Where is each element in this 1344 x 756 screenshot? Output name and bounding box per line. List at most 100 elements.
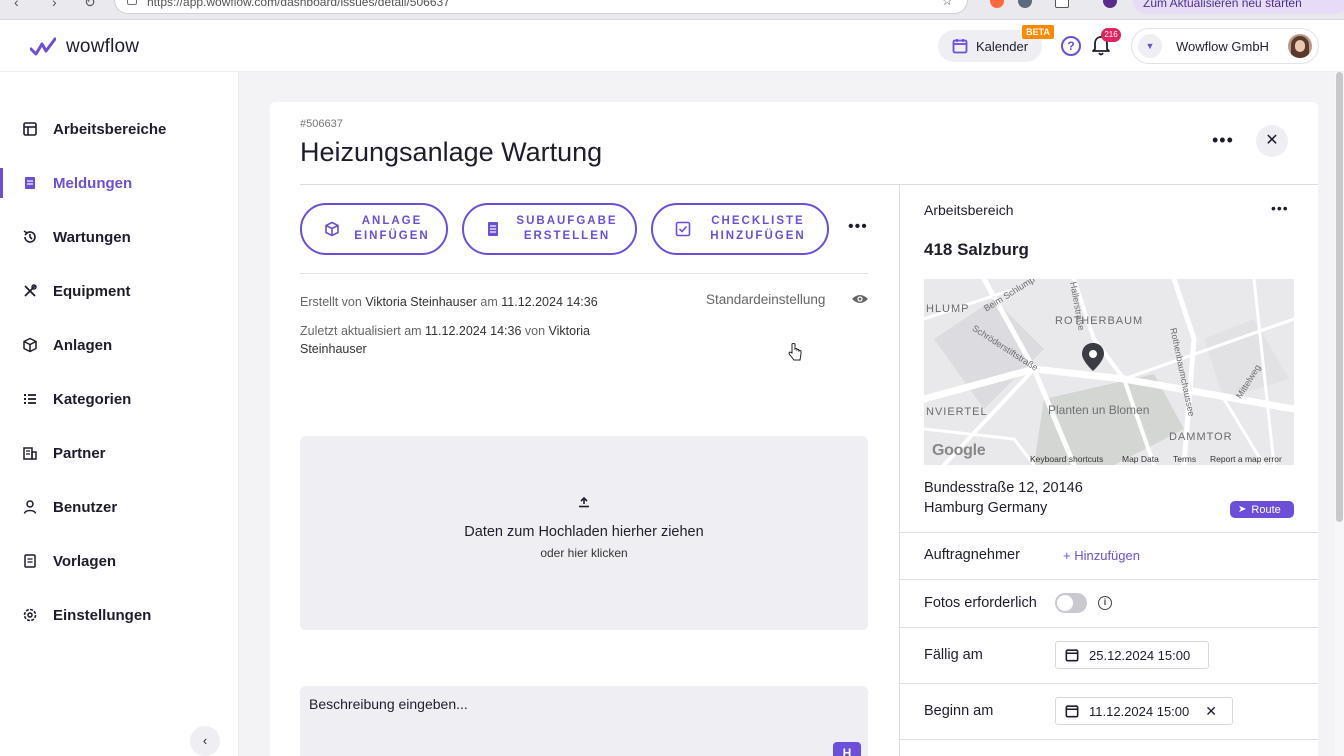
bookmark-star-icon[interactable]: ☆ [941,0,953,9]
address-bar[interactable]: https://app.wowflow.com/dashboard/issues… [114,0,968,14]
sidebar-item-wartungen[interactable]: Wartungen [0,222,239,252]
workspace-label: Arbeitsbereich [924,202,1014,218]
heading-format-button[interactable]: H [833,742,861,756]
close-button[interactable]: ✕ [1256,125,1288,157]
upload-icon [579,496,589,508]
route-label: Route [1251,503,1281,516]
help-icon[interactable]: ? [1061,36,1081,56]
clear-date-icon[interactable]: ✕ [1205,703,1217,720]
divider [900,532,1318,533]
eye-icon[interactable] [851,293,869,305]
map-label: HLUMP [926,303,970,315]
visibility-setting[interactable]: Standardeinstellung [706,292,825,307]
extension-icon[interactable] [990,0,1004,8]
map-footer-link[interactable]: Terms [1173,454,1196,464]
created-by: Viktoria Steinhauser [365,295,477,309]
updated-at: 11.12.2024 14:36 [425,324,522,338]
sidebar-item-partner[interactable]: Partner [0,438,239,468]
upload-subtitle: oder hier klicken [540,546,628,560]
maintenance-icon [23,230,36,243]
created-mid: am [476,295,502,309]
calendar-label: Kalender [976,38,1029,54]
calendar-icon [1065,705,1079,718]
start-date-label: Beginn am [924,703,994,719]
calendar-icon [1065,649,1079,662]
map-label: ROTHERBAUM [1055,315,1144,327]
updated-prefix: Zuletzt aktualisiert am [300,324,426,338]
back-icon[interactable]: ‹ [14,0,19,10]
forward-icon[interactable]: › [52,0,57,10]
logo-text: wowflow [66,36,140,57]
sidebar-item-label: Anlagen [53,337,113,354]
description-input[interactable] [309,696,809,712]
sidebar-item-label: Meldungen [53,175,133,192]
more-actions-icon[interactable]: ••• [848,218,868,236]
notification-count-badge: 216 [1101,28,1121,42]
reload-icon[interactable]: ↻ [84,0,96,11]
divider [899,185,900,756]
map-footer-link[interactable]: Map Data [1122,454,1159,464]
sidebar-item-kategorien[interactable]: Kategorien [0,384,239,414]
route-button[interactable]: ➤ Route [1230,501,1294,518]
update-browser-button[interactable]: Zum Aktualisieren neu starten [1133,0,1344,14]
sidebar-item-label: Einstellungen [53,607,152,624]
sidebar-item-anlagen[interactable]: Anlagen [0,330,239,360]
sidebar-item-label: Kategorien [53,391,132,408]
extension-icon[interactable] [1055,0,1069,8]
add-asset-button[interactable]: ANLAGE EINFÜGEN [300,203,448,255]
logo[interactable]: wowflow [30,36,139,58]
workspace-icon [23,122,37,136]
map-footer-link[interactable]: Report a map error [1210,454,1282,464]
map-footer-link[interactable]: Keyboard shortcuts [1030,454,1103,464]
map-streets [924,279,1294,465]
chevron-down-icon: ▼ [1138,34,1162,58]
more-options-icon[interactable]: ••• [1212,130,1234,151]
divider [900,739,1318,740]
divider [900,627,1318,628]
location-map[interactable]: HLUMP ROTHERBAUM NVIERTEL Planten un Blo… [924,279,1294,465]
start-date-value: 11.12.2024 15:00 [1089,703,1190,719]
scrollbar-thumb[interactable] [1336,72,1343,522]
due-date-label: Fällig am [924,647,983,663]
sidebar-item-arbeitsbereiche[interactable]: Arbeitsbereiche [0,114,239,144]
button-label-line1: CHECKLISTE [711,215,805,227]
sidebar-item-meldungen[interactable]: Meldungen [0,168,239,198]
button-label-line1: ANLAGE [361,215,423,227]
page-scrollbar[interactable] [1335,72,1344,756]
add-checklist-button[interactable]: CHECKLISTE HINZUFÜGEN [651,203,829,255]
button-label-line1: SUBAUFGABE [516,215,618,227]
button-label-line2: HINZUFÜGEN [710,230,806,242]
sidebar-item-einstellungen[interactable]: Einstellungen [0,600,239,630]
profile-icon[interactable] [1103,0,1117,8]
issue-number: #506637 [300,118,343,130]
update-label: Zum Aktualisieren neu starten [1143,0,1302,10]
divider [900,683,1318,684]
workspace-more-icon[interactable]: ••• [1271,200,1289,216]
browser-toolbar: ‹ › ↻ https://app.wowflow.com/dashboard/… [0,0,1344,20]
created-prefix: Erstellt von [300,295,366,309]
sidebar-item-equipment[interactable]: Equipment [0,276,239,306]
issue-detail-card: #506637 Heizungsanlage Wartung ••• ✕ ANL… [270,102,1318,756]
upload-title: Daten zum Hochladen hierher ziehen [464,524,704,540]
site-info-icon[interactable] [127,0,137,5]
sidebar-item-label: Wartungen [53,229,131,246]
info-icon[interactable]: i [1098,596,1112,610]
create-subtask-button[interactable]: SUBAUFGABE ERSTELLEN [462,203,637,255]
file-upload-dropzone[interactable]: Daten zum Hochladen hierher ziehen oder … [300,436,868,630]
description-editor[interactable]: H [300,686,868,756]
sidebar-item-benutzer[interactable]: Benutzer [0,492,239,522]
photos-required-toggle[interactable] [1055,593,1087,613]
add-assignee-link[interactable]: + Hinzufügen [1063,548,1140,563]
divider [300,184,1318,185]
sidebar-collapse-button[interactable]: ‹ [190,726,220,756]
mouse-cursor-icon [788,343,802,361]
sidebar-item-vorlagen[interactable]: Vorlagen [0,546,239,576]
extension-icon[interactable] [1018,0,1032,8]
workspace-name: 418 Salzburg [924,240,1029,259]
account-menu[interactable]: ▼ Wowflow GmbH [1131,28,1319,64]
due-date-field[interactable]: 25.12.2024 15:00 [1055,641,1209,669]
start-date-field[interactable]: 11.12.2024 15:00 ✕ [1055,697,1233,725]
address-line2: Hamburg Germany [924,500,1048,516]
google-logo: Google [932,442,986,459]
sidebar-item-label: Partner [53,445,106,462]
